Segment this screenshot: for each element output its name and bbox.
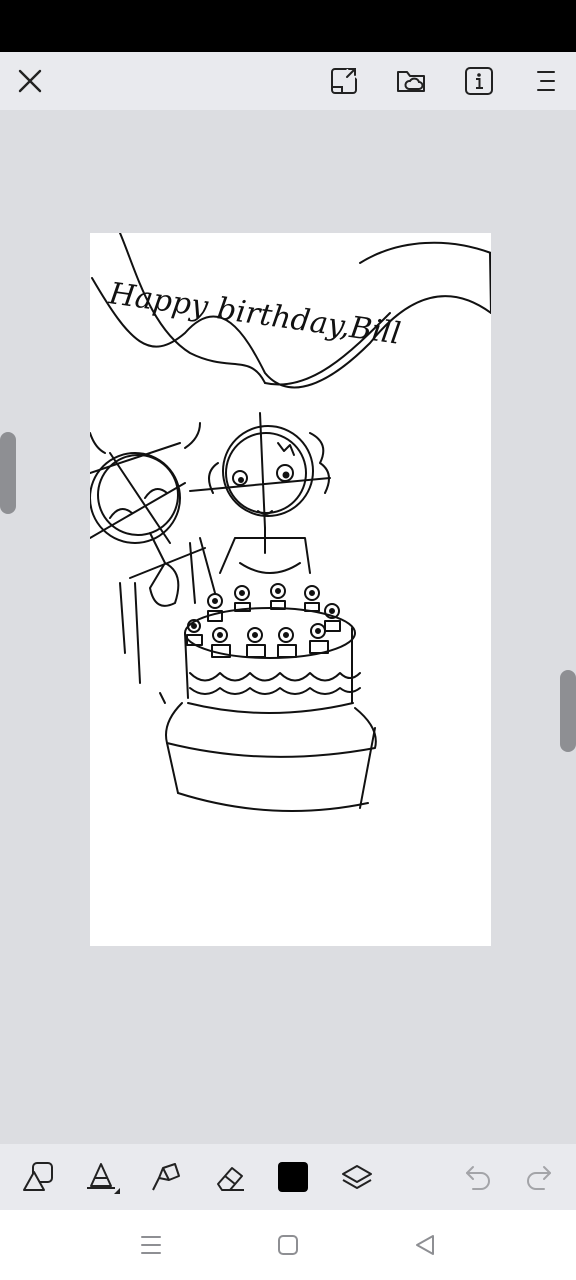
folder-cloud-icon — [397, 71, 425, 92]
left-scroll-handle[interactable] — [0, 432, 16, 514]
banner-text: Happy birthday,Bill — [106, 276, 403, 352]
recents-icon — [141, 1236, 161, 1254]
info-icon — [465, 67, 493, 95]
eraser-tool-button[interactable] — [210, 1157, 250, 1197]
undo-icon — [466, 1166, 490, 1190]
status-bar — [0, 0, 576, 52]
eraser-icon — [217, 1167, 244, 1191]
shape-icon — [23, 1162, 53, 1191]
close-icon — [18, 69, 42, 93]
system-nav-bar — [0, 1210, 576, 1280]
fill-icon — [152, 1163, 180, 1191]
right-scroll-handle[interactable] — [560, 670, 576, 752]
share-icon — [331, 68, 357, 94]
pencil-icon — [87, 1163, 120, 1194]
share-button[interactable] — [325, 61, 365, 101]
sketch-drawing: Happy birthday,Bill — [90, 233, 491, 812]
top-toolbar — [0, 52, 576, 110]
shape-tool-button[interactable] — [18, 1157, 58, 1197]
close-button[interactable] — [10, 61, 50, 101]
layers-button[interactable] — [337, 1157, 377, 1197]
recents-button[interactable] — [131, 1225, 171, 1265]
layers-icon — [342, 1165, 372, 1189]
info-button[interactable] — [459, 61, 499, 101]
bottom-toolbar — [0, 1144, 576, 1210]
more-menu-button[interactable] — [526, 61, 566, 101]
redo-button[interactable] — [518, 1157, 558, 1197]
drawing-canvas[interactable]: Happy birthday,Bill — [90, 233, 491, 946]
pencil-tool-button[interactable] — [82, 1157, 122, 1197]
undo-button[interactable] — [459, 1157, 499, 1197]
fill-tool-button[interactable] — [146, 1157, 186, 1197]
color-swatch-button[interactable] — [273, 1157, 313, 1197]
back-icon — [416, 1235, 434, 1255]
back-button[interactable] — [405, 1225, 445, 1265]
open-file-button[interactable] — [391, 61, 431, 101]
home-button[interactable] — [268, 1225, 308, 1265]
redo-icon — [527, 1166, 551, 1190]
menu-icon — [537, 71, 555, 91]
color-swatch — [278, 1162, 308, 1192]
home-icon — [278, 1235, 298, 1255]
